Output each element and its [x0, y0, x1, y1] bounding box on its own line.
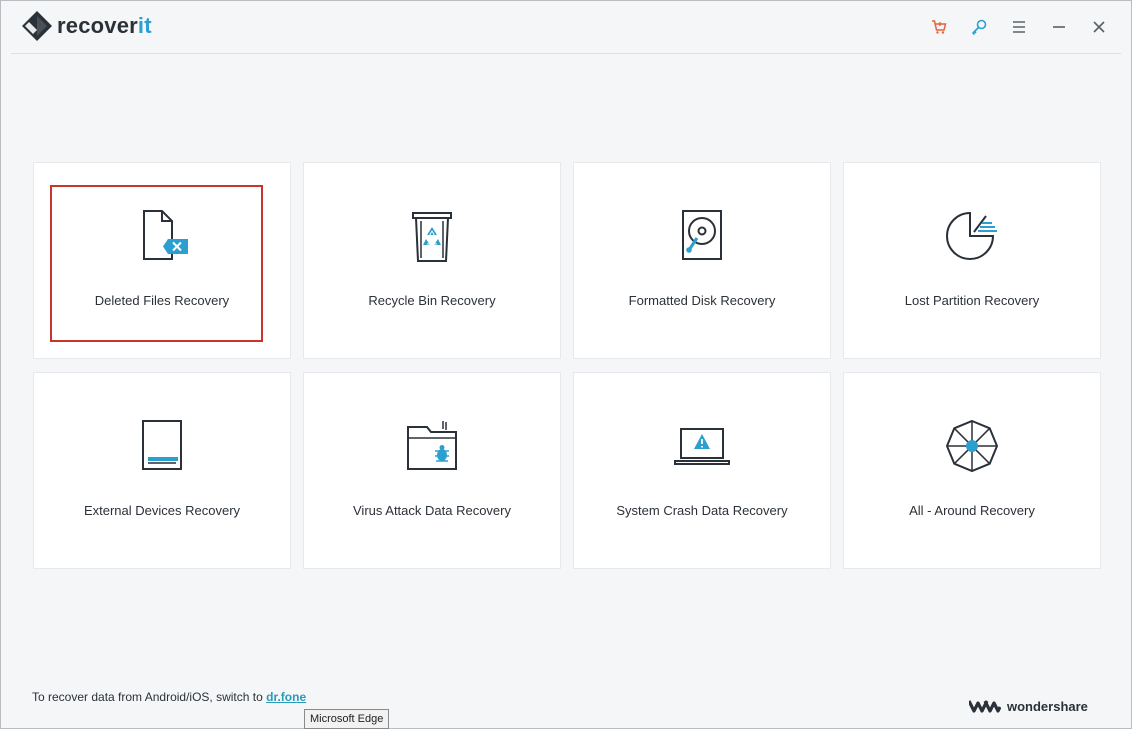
hard-disk-icon	[682, 210, 722, 260]
card-formatted-disk-recovery[interactable]: Formatted Disk Recovery	[573, 162, 831, 359]
app-title-main: recover	[57, 13, 138, 38]
key-icon	[971, 19, 987, 36]
footer-note: To recover data from Android/iOS, switch…	[32, 690, 306, 704]
virus-folder-icon	[407, 421, 457, 470]
minimize-icon	[1053, 26, 1065, 28]
menu-icon	[1013, 21, 1025, 33]
card-label: Deleted Files Recovery	[94, 293, 230, 308]
all-around-icon	[945, 419, 999, 473]
menu-button[interactable]	[999, 14, 1039, 40]
card-deleted-files-recovery[interactable]: Deleted Files Recovery	[33, 162, 291, 359]
card-system-crash-data-recovery[interactable]: System Crash Data Recovery	[573, 372, 831, 569]
recoverit-logo-icon	[22, 11, 52, 41]
partition-icon	[946, 211, 997, 260]
app-title-accent: it	[137, 13, 152, 38]
cart-button[interactable]	[919, 14, 959, 40]
close-button[interactable]	[1079, 14, 1119, 40]
cart-icon	[932, 20, 947, 34]
close-icon	[1093, 21, 1105, 33]
register-key-button[interactable]	[959, 14, 999, 40]
app-title: recoverit	[57, 13, 152, 39]
external-device-icon	[142, 420, 182, 470]
card-all-around-recovery[interactable]: All - Around Recovery	[843, 372, 1101, 569]
card-external-devices-recovery[interactable]: External Devices Recovery	[33, 372, 291, 569]
title-bar: recoverit	[1, 1, 1131, 53]
recycle-bin-icon	[412, 212, 452, 262]
title-divider	[11, 53, 1121, 54]
drfone-link[interactable]: dr.fone	[266, 690, 306, 704]
crashed-laptop-icon	[674, 428, 730, 465]
card-label: Lost Partition Recovery	[904, 293, 1040, 308]
footer-note-text: To recover data from Android/iOS, switch…	[32, 690, 267, 704]
wondershare-logo-icon	[969, 700, 1001, 713]
wondershare-brand: wondershare	[969, 698, 1088, 714]
app-window: recoverit Deleted Files Recovery Recycle…	[0, 0, 1132, 729]
card-label: All - Around Recovery	[909, 503, 1035, 518]
recovery-mode-grid: Deleted Files Recovery Recycle Bin Recov…	[33, 162, 1101, 569]
card-recycle-bin-recovery[interactable]: Recycle Bin Recovery	[303, 162, 561, 359]
card-label: System Crash Data Recovery	[616, 503, 788, 518]
card-label: Recycle Bin Recovery	[368, 293, 496, 308]
deleted-file-icon	[143, 210, 188, 260]
tooltip: Microsoft Edge	[304, 709, 390, 729]
app-logo: recoverit	[21, 10, 152, 42]
window-controls	[919, 14, 1119, 40]
card-lost-partition-recovery[interactable]: Lost Partition Recovery	[843, 162, 1101, 359]
card-label: Formatted Disk Recovery	[628, 293, 776, 308]
card-virus-attack-data-recovery[interactable]: Virus Attack Data Recovery	[303, 372, 561, 569]
brand-name: wondershare	[1007, 698, 1088, 714]
card-label: External Devices Recovery	[83, 503, 241, 518]
card-label: Virus Attack Data Recovery	[353, 503, 511, 518]
minimize-button[interactable]	[1039, 14, 1079, 40]
